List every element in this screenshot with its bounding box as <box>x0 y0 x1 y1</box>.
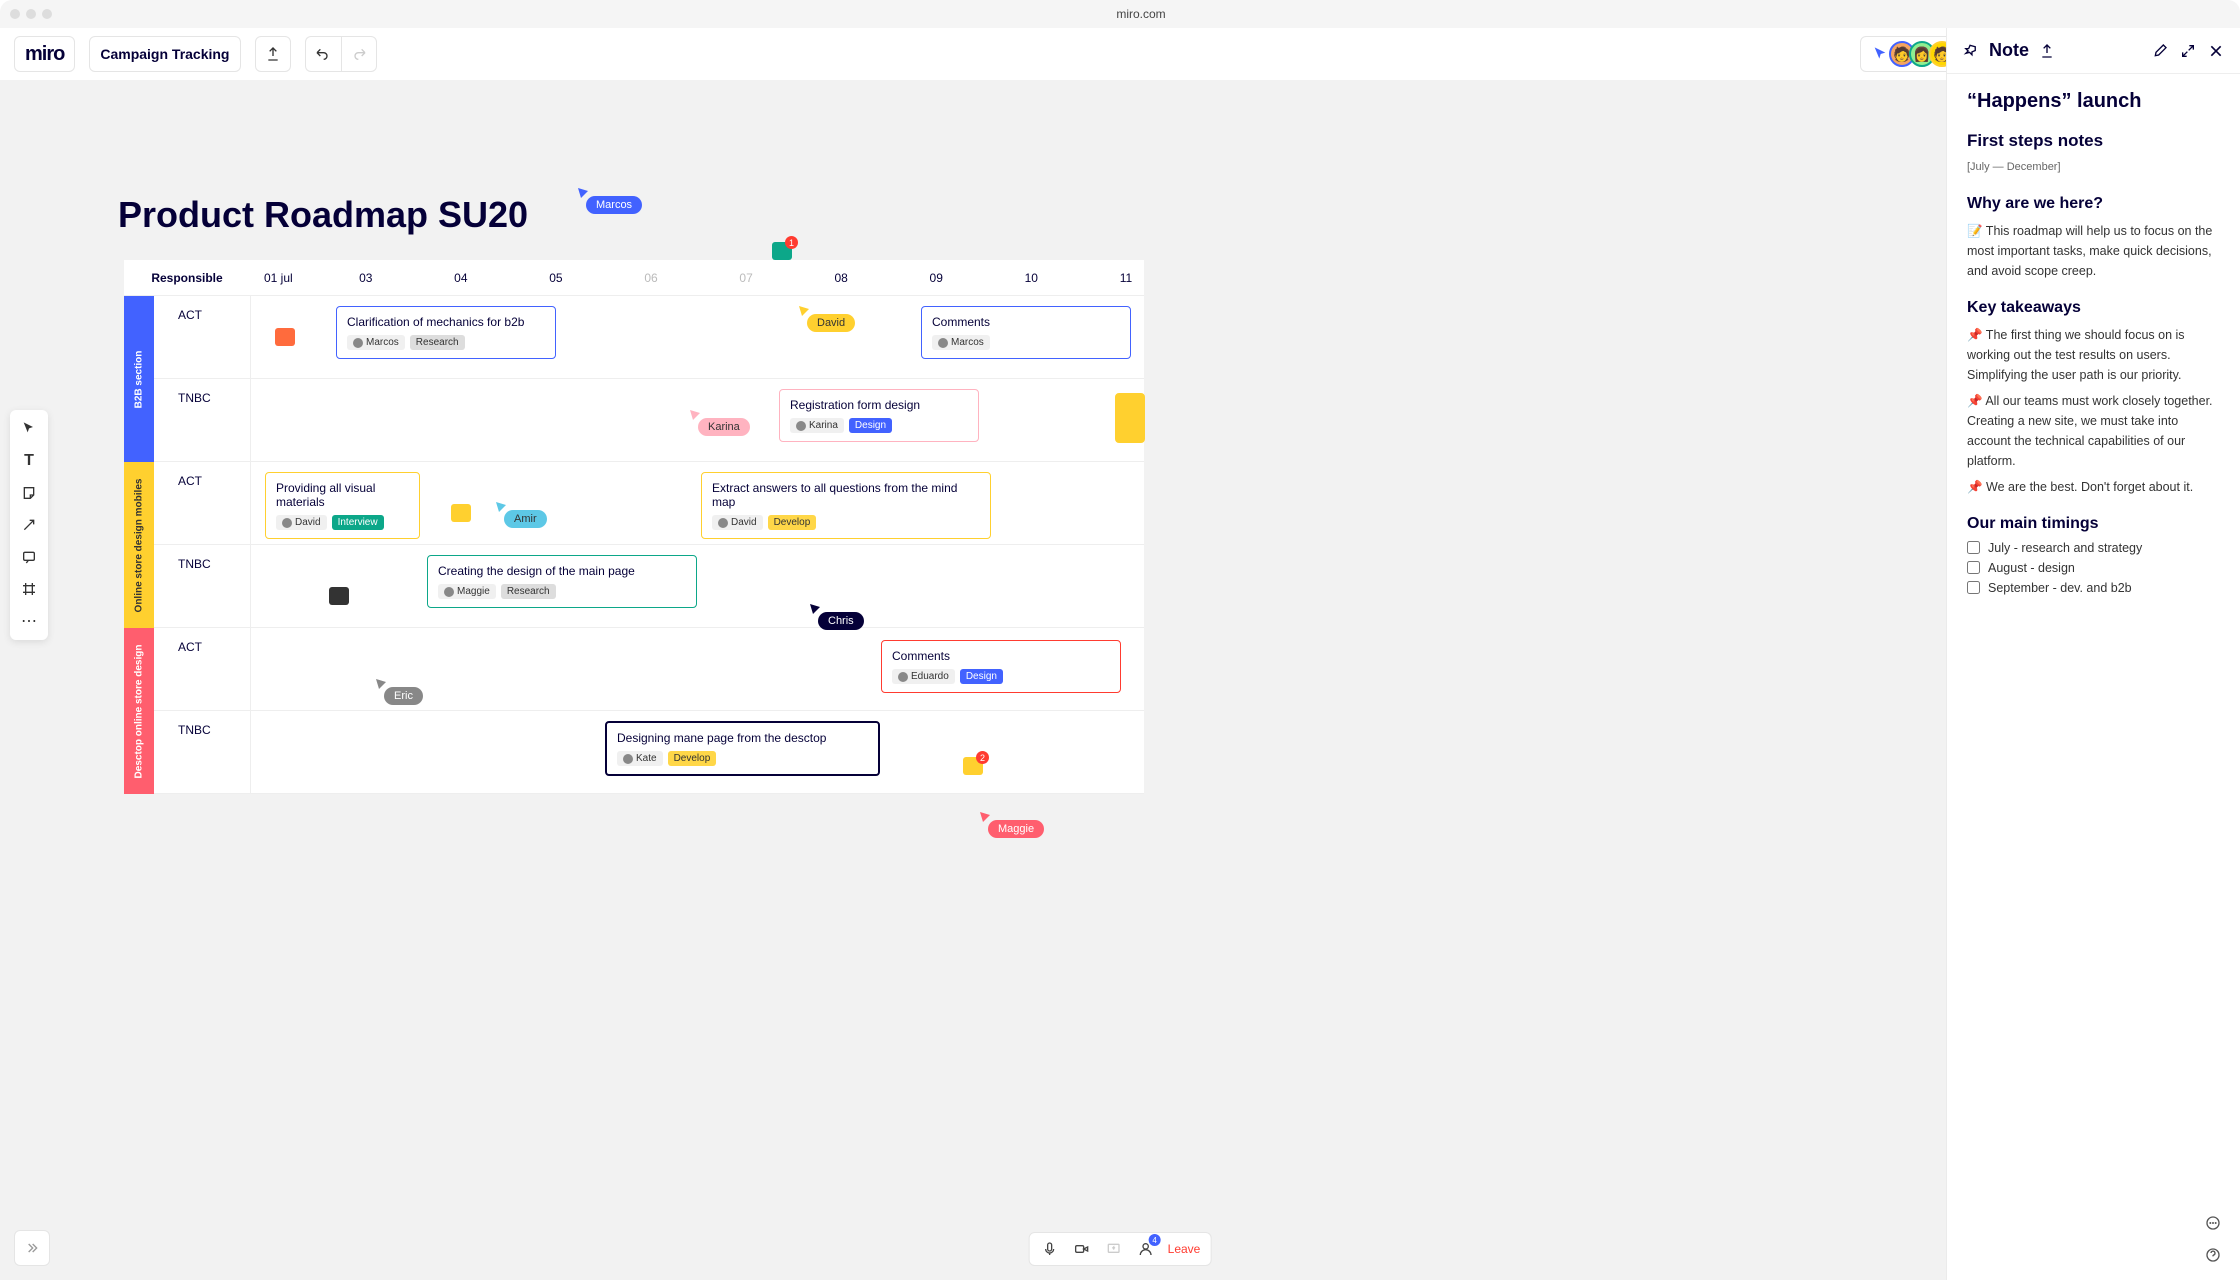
screen-icon <box>1106 1241 1122 1257</box>
section-mobile: Online store design mobiles <box>124 462 154 628</box>
pointer-icon <box>21 421 37 437</box>
redo-icon <box>351 46 367 62</box>
comment-marker[interactable]: 1 <box>772 242 792 260</box>
comment-marker[interactable] <box>329 587 349 605</box>
comment-tool[interactable] <box>10 542 48 572</box>
task-card[interactable]: Comments Marcos <box>921 306 1131 359</box>
expand-icon[interactable] <box>2180 43 2196 59</box>
text-tool[interactable]: T <box>10 446 48 476</box>
topbar: miro Campaign Tracking 🧑 👩 🧑 +3 <box>0 28 2240 80</box>
roadmap-grid[interactable]: Responsible 01 jul 03 04 05 06 07 08 09 … <box>124 260 1144 794</box>
call-controls: 4 Leave <box>1029 1232 1212 1266</box>
check-july[interactable] <box>1967 541 1980 554</box>
frame-icon <box>21 581 37 597</box>
grid-header: Responsible 01 jul 03 04 05 06 07 08 09 … <box>124 260 1144 296</box>
miro-logo[interactable]: miro <box>25 43 64 66</box>
arrow-icon <box>21 517 37 533</box>
close-icon[interactable] <box>2208 43 2224 59</box>
task-card[interactable]: Extract answers to all questions from th… <box>701 472 991 539</box>
task-card[interactable]: Comments EduardoDesign <box>881 640 1121 693</box>
undo-button[interactable] <box>305 36 341 72</box>
task-card[interactable]: Clarification of mechanics for b2b Marco… <box>336 306 556 359</box>
left-toolbar: T ⋯ <box>10 410 48 640</box>
cursor-amir: Amir <box>504 510 547 528</box>
pin-icon[interactable] <box>1963 43 1979 59</box>
cursor-maggie: Maggie <box>988 820 1044 838</box>
note-panel: Note “Happens” launch First steps notes … <box>1946 28 2240 1280</box>
section-b2b: B2B section <box>124 296 154 462</box>
screenshare-button[interactable] <box>1104 1239 1124 1259</box>
mic-icon <box>1042 1241 1058 1257</box>
sticky-tool[interactable] <box>10 478 48 508</box>
task-card[interactable]: Creating the design of the main page Mag… <box>427 555 697 608</box>
more-tools[interactable]: ⋯ <box>10 606 48 636</box>
pen-icon[interactable] <box>2152 43 2168 59</box>
comment-marker[interactable] <box>451 504 471 522</box>
cursor-marcos: Marcos <box>586 196 642 214</box>
url-display: miro.com <box>52 7 2230 21</box>
cursor-eric: Eric <box>384 687 423 705</box>
task-card[interactable] <box>1115 393 1145 443</box>
sticky-icon <box>21 485 37 501</box>
expand-bottom-button[interactable] <box>14 1230 50 1266</box>
check-august[interactable] <box>1967 561 1980 574</box>
browser-chrome: miro.com <box>0 0 2240 28</box>
leave-button[interactable]: Leave <box>1168 1242 1201 1256</box>
timing-checklist: July - research and strategy August - de… <box>1967 541 2220 595</box>
comment-icon <box>21 549 37 565</box>
redo-button[interactable] <box>341 36 377 72</box>
board-title[interactable]: Product Roadmap SU20 <box>118 194 528 236</box>
mic-button[interactable] <box>1040 1239 1060 1259</box>
note-upload-icon[interactable] <box>2039 43 2055 59</box>
help-float-icon[interactable] <box>2202 1244 2224 1266</box>
task-card[interactable]: Designing mane page from the desctop Kat… <box>605 721 880 776</box>
canvas[interactable]: Product Roadmap SU20 Responsible 01 jul … <box>0 80 2240 1280</box>
note-body[interactable]: “Happens” launch First steps notes [July… <box>1947 74 2240 617</box>
check-september[interactable] <box>1967 581 1980 594</box>
cursor-chris: Chris <box>818 612 864 630</box>
note-heading: “Happens” launch <box>1967 90 2220 113</box>
cursor-karina: Karina <box>698 418 750 436</box>
floating-help <box>2202 1212 2224 1266</box>
frame-tool[interactable] <box>10 574 48 604</box>
traffic-lights <box>10 9 52 19</box>
camera-button[interactable] <box>1072 1239 1092 1259</box>
cursor-david: David <box>807 314 855 332</box>
select-tool[interactable] <box>10 414 48 444</box>
task-card[interactable]: Providing all visual materials DavidInte… <box>265 472 420 539</box>
comment-marker[interactable]: 2 <box>963 757 983 775</box>
chat-icon[interactable] <box>2202 1212 2224 1234</box>
camera-icon <box>1074 1241 1090 1257</box>
cursor-mode-icon[interactable] <box>1871 46 1889 62</box>
task-card[interactable]: Registration form design KarinaDesign <box>779 389 979 442</box>
section-desktop: Desctop online store design <box>124 628 154 794</box>
export-button[interactable] <box>255 36 291 72</box>
participants-button[interactable]: 4 <box>1136 1239 1156 1259</box>
comment-marker[interactable] <box>275 328 295 346</box>
chevrons-right-icon <box>24 1240 40 1256</box>
upload-icon <box>265 46 281 62</box>
undo-icon <box>315 46 331 62</box>
board-name[interactable]: Campaign Tracking <box>100 46 229 62</box>
line-tool[interactable] <box>10 510 48 540</box>
